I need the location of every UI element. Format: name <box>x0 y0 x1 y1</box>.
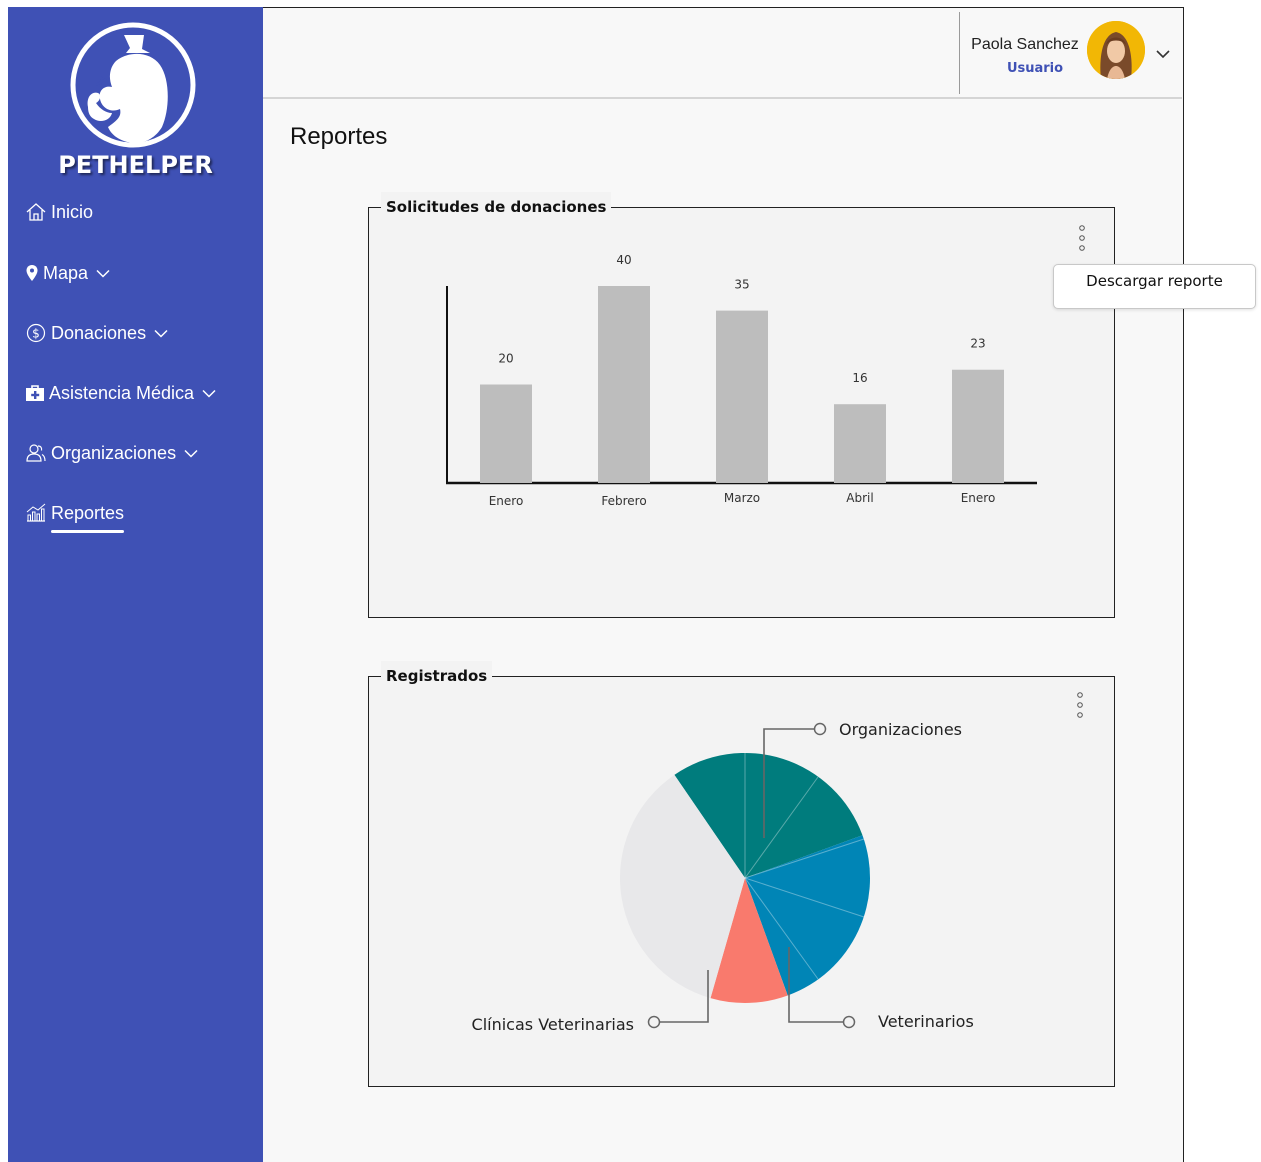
download-report-menu-item[interactable]: Descargar reporte <box>1053 264 1256 309</box>
avatar[interactable] <box>1087 21 1145 79</box>
topbar-divider <box>959 12 960 94</box>
medical-kit-icon <box>26 385 44 401</box>
chevron-down-icon <box>154 329 168 338</box>
brand-name: PETHELPER <box>58 151 213 179</box>
svg-text:$: $ <box>32 327 40 341</box>
donations-chart-panel: Solicitudes de donaciones 20 Enero 40 Febre… <box>368 192 1115 618</box>
map-pin-icon <box>26 265 38 281</box>
chevron-down-icon[interactable] <box>1155 48 1171 60</box>
sidebar-item-label: Inicio <box>51 201 94 222</box>
sidebar-item-label: Organizaciones <box>51 442 177 463</box>
registered-chart-panel: Registrados Organizaciones Veterinarios <box>368 661 1115 1087</box>
home-icon <box>26 203 46 221</box>
sidebar: PETHELPER Inicio Mapa $ Donaciones Asist… <box>8 7 263 1162</box>
bar-1 <box>480 384 532 483</box>
bar-4 <box>834 404 886 483</box>
bar-3 <box>716 310 768 483</box>
bar-value-label: 23 <box>970 337 985 351</box>
callout-dot <box>842 1015 856 1029</box>
chevron-down-icon <box>202 389 216 398</box>
sidebar-item-inicio[interactable]: Inicio <box>25 197 93 227</box>
page-title: Reportes <box>290 123 388 150</box>
main-content: Paola Sanchez Usuario Reportes Solicitud… <box>263 7 1184 1162</box>
category-label: Abril <box>846 491 873 505</box>
sidebar-item-label: Reportes <box>51 502 125 523</box>
bar-value-label: 35 <box>734 278 749 292</box>
avatar-photo <box>1087 21 1145 79</box>
category-label: Febrero <box>601 494 646 508</box>
dollar-circle-icon: $ <box>26 323 46 343</box>
category-label: Marzo <box>724 491 760 505</box>
bar-chart-icon <box>26 503 46 522</box>
sidebar-item-mapa[interactable]: Mapa <box>25 258 110 288</box>
user-role: Usuario <box>1006 61 1064 76</box>
bar-5 <box>952 369 1004 483</box>
sidebar-item-asistencia-medica[interactable]: Asistencia Médica <box>25 378 216 408</box>
bar-2 <box>598 286 650 483</box>
bar-value-label: 40 <box>616 253 631 267</box>
top-bar: Paola Sanchez Usuario <box>263 8 1182 99</box>
user-name: Paola Sanchez <box>971 36 1079 53</box>
category-label: Enero <box>961 491 996 505</box>
sidebar-item-label: Asistencia Médica <box>49 382 195 403</box>
pie-chart: Organizaciones Veterinarios Clínicas Vet… <box>472 720 974 1034</box>
chevron-down-icon <box>96 269 110 278</box>
sidebar-item-organizaciones[interactable]: Organizaciones <box>25 438 198 468</box>
sidebar-item-reportes[interactable]: Reportes <box>25 498 124 528</box>
bar-value-label: 16 <box>852 371 867 385</box>
category-label: Enero <box>489 494 524 508</box>
callout-dot <box>813 722 827 736</box>
pie-label-veterinarios: Veterinarios <box>878 1012 974 1031</box>
bar-value-label: 20 <box>498 352 513 366</box>
bar-chart: 20 Enero 40 Febrero 35 Marzo 16 Abril 23 Enero <box>446 253 1037 508</box>
pie-label-organizaciones: Organizaciones <box>839 720 962 739</box>
sidebar-item-label: Donaciones <box>51 322 147 343</box>
callout-dot <box>647 1015 661 1029</box>
active-indicator <box>51 530 124 533</box>
sidebar-item-donaciones[interactable]: $ Donaciones <box>25 318 168 348</box>
users-icon <box>26 444 46 462</box>
pie-label-clinicas-veterinarias: Clínicas Veterinarias <box>472 1015 634 1034</box>
sidebar-item-label: Mapa <box>43 262 89 283</box>
chevron-down-icon <box>184 449 198 458</box>
